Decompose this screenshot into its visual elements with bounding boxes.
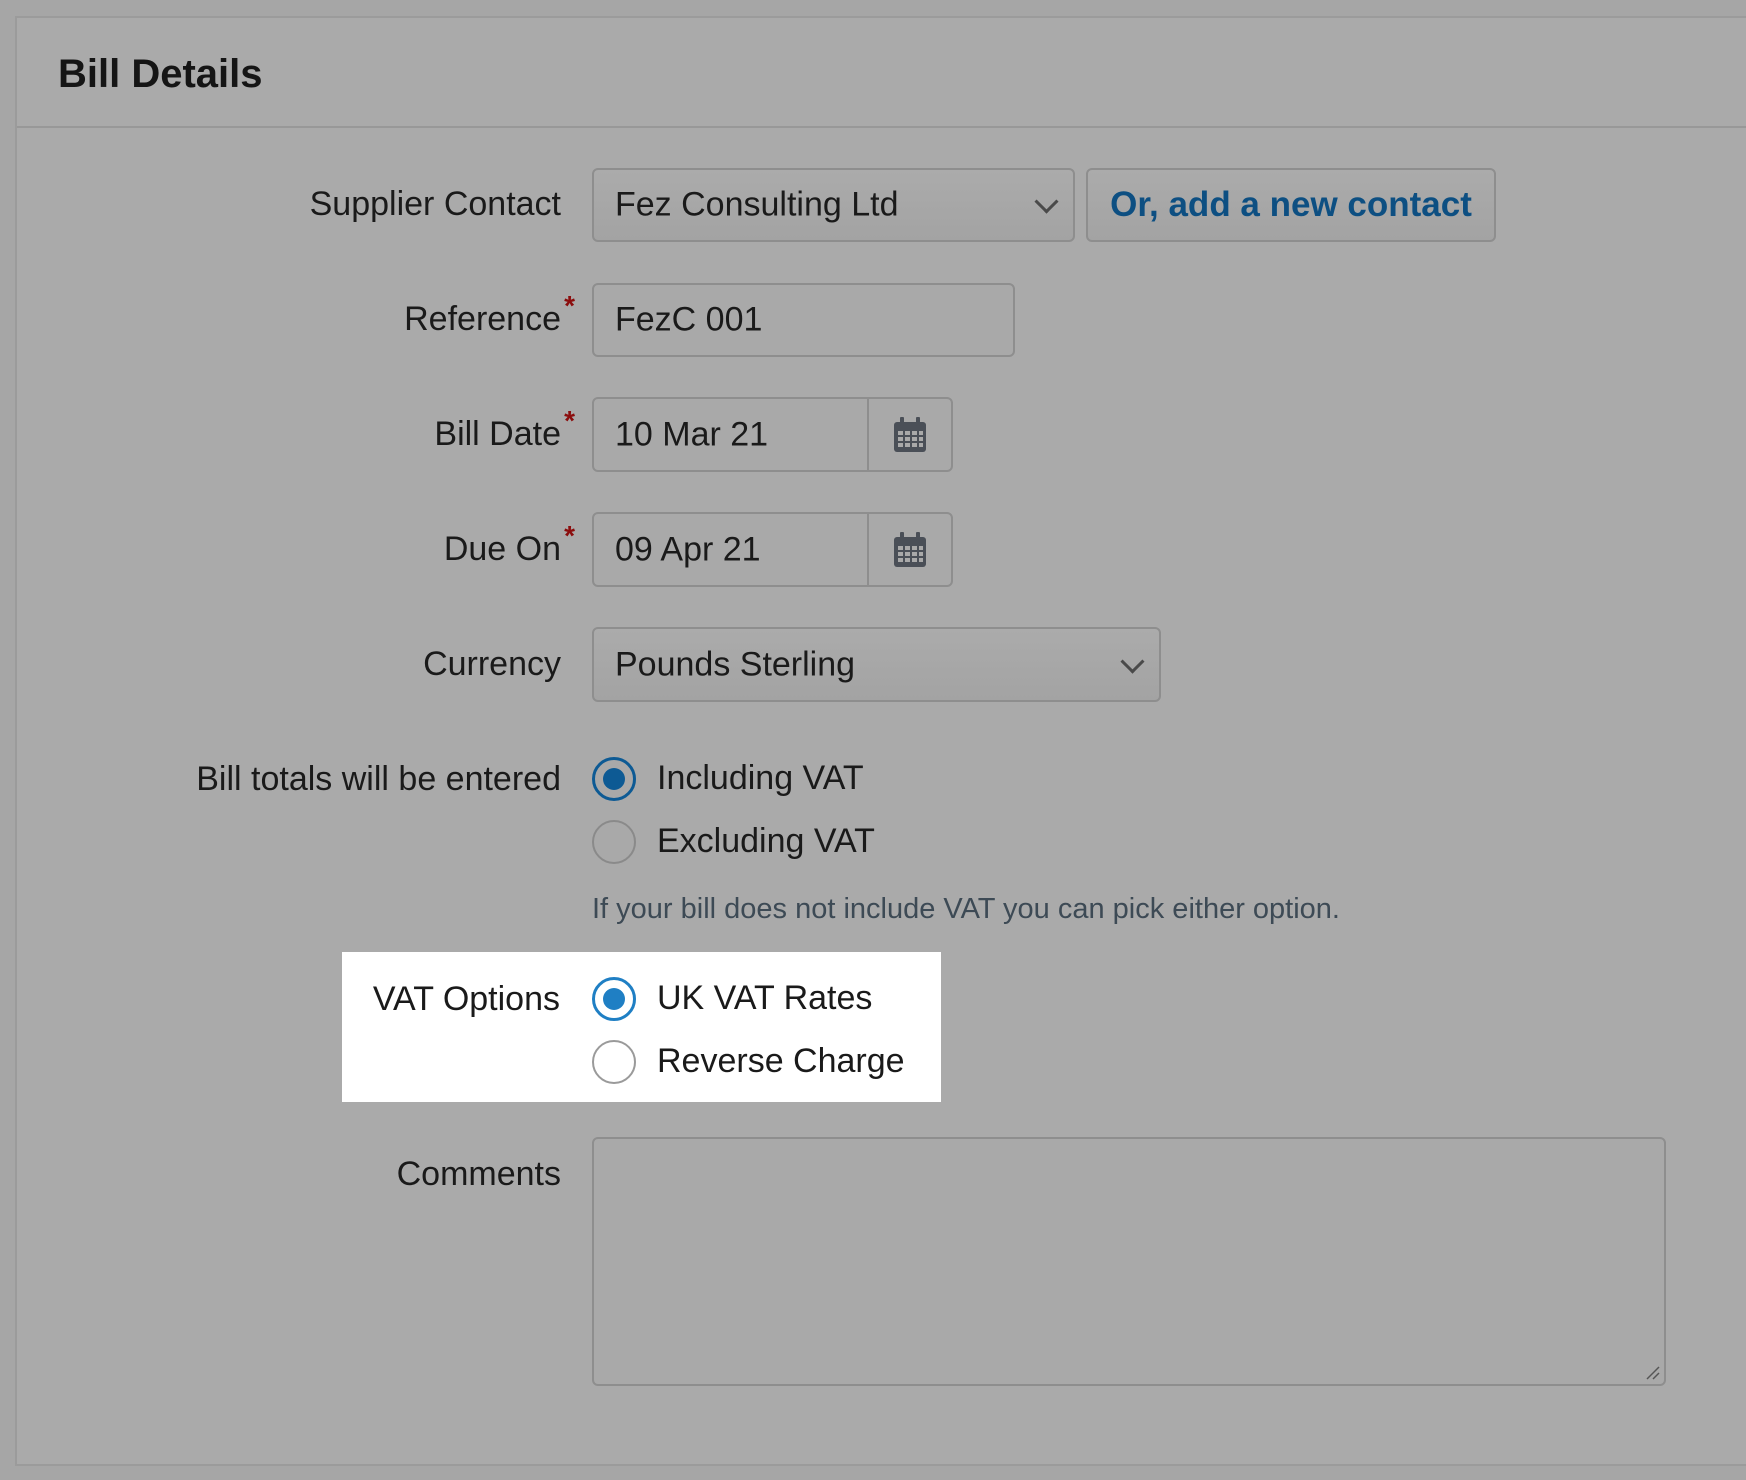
calendar-icon	[894, 416, 926, 452]
supplier-contact-select[interactable]: Fez Consulting Ltd	[592, 168, 1075, 242]
calendar-icon	[894, 531, 926, 567]
chevron-down-icon	[1034, 189, 1059, 214]
bill-totals-hint: If your bill does not include VAT you ca…	[592, 893, 1340, 925]
comments-label: Comments	[396, 1155, 561, 1193]
currency-select[interactable]: Pounds Sterling	[592, 627, 1161, 702]
reverse-charge-radio[interactable]	[592, 1040, 636, 1084]
uk-vat-rates-radio[interactable]	[592, 977, 636, 1021]
due-on-calendar-button[interactable]	[867, 514, 951, 585]
bill-date-label: Bill Date	[434, 405, 574, 454]
reference-input[interactable]: FezC 001	[592, 283, 1015, 357]
panel-title: Bill Details	[58, 52, 263, 96]
supplier-contact-label: Supplier Contact	[309, 185, 561, 223]
excluding-vat-label[interactable]: Excluding VAT	[657, 822, 875, 861]
including-vat-radio[interactable]	[592, 757, 636, 801]
bill-totals-label: Bill totals will be entered	[196, 760, 561, 798]
due-on-label: Due On	[444, 520, 575, 569]
bill-date-calendar-button[interactable]	[867, 399, 951, 470]
chevron-down-icon	[1120, 649, 1145, 674]
resize-handle-icon[interactable]	[1644, 1364, 1660, 1380]
add-new-contact-button[interactable]: Or, add a new contact	[1086, 168, 1496, 242]
due-on-value: 09 Apr 21	[615, 530, 761, 568]
supplier-contact-value: Fez Consulting Ltd	[615, 185, 899, 224]
currency-value: Pounds Sterling	[615, 645, 856, 683]
vat-options-highlight: VAT Options UK VAT Rates Reverse Charge	[342, 952, 941, 1102]
due-on-input[interactable]: 09 Apr 21	[592, 512, 953, 587]
bill-date-value: 10 Mar 21	[615, 415, 769, 453]
bill-date-input[interactable]: 10 Mar 21	[592, 397, 953, 472]
reference-value: FezC 001	[615, 300, 763, 339]
currency-label: Currency	[423, 645, 561, 683]
reverse-charge-label[interactable]: Reverse Charge	[657, 1042, 905, 1081]
excluding-vat-radio[interactable]	[592, 820, 636, 864]
comments-textarea[interactable]	[592, 1137, 1666, 1386]
including-vat-label[interactable]: Including VAT	[657, 759, 864, 798]
uk-vat-rates-label[interactable]: UK VAT Rates	[657, 979, 872, 1018]
reference-label: Reference	[404, 290, 575, 339]
vat-options-label: VAT Options	[372, 980, 560, 1018]
panel-header: Bill Details	[17, 18, 1746, 128]
